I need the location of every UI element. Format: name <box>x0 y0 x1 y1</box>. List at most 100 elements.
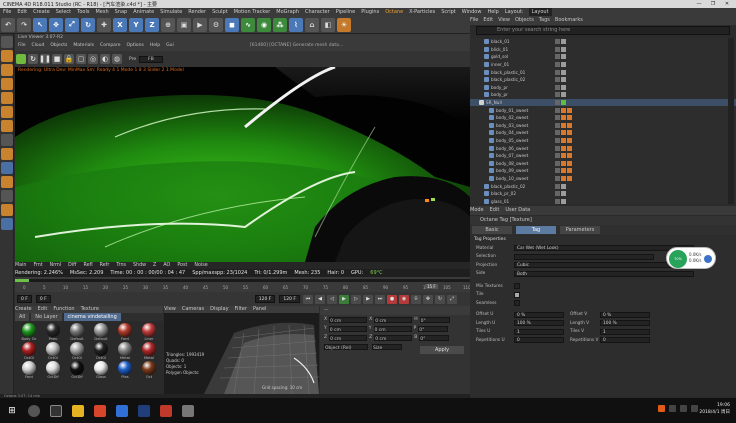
record-icon[interactable]: ● <box>387 294 397 304</box>
render-pass-item[interactable]: Nrml <box>50 262 61 269</box>
rotation-h-field[interactable]: 0° <box>419 316 450 324</box>
attribute-tab[interactable]: Tag <box>516 226 556 234</box>
material-swatch[interactable]: Fard <box>114 323 136 341</box>
axis-x-button[interactable]: X <box>113 17 127 32</box>
menu-item[interactable]: File <box>0 8 14 16</box>
material-tag-icon[interactable] <box>561 183 566 189</box>
next-frame-icon[interactable]: ▷ <box>351 294 361 304</box>
camera-icon[interactable]: ◧ <box>321 17 335 32</box>
menu-item[interactable]: Window <box>459 8 485 16</box>
material-swatch[interactable]: Metal <box>114 342 136 360</box>
viewer-menu-item[interactable]: Materials <box>73 43 94 48</box>
menu-item[interactable]: Character <box>302 8 333 16</box>
octane-tag-icon[interactable] <box>561 175 566 181</box>
rotation-b-field[interactable]: 0° <box>419 334 450 342</box>
coord-system-icon[interactable]: ⊕ <box>161 17 175 32</box>
render-picture-icon[interactable]: ▶ <box>193 17 207 32</box>
seamless-checkbox[interactable] <box>514 300 520 307</box>
apply-button[interactable]: Apply <box>420 346 464 354</box>
octane-tag-icon[interactable] <box>567 153 572 159</box>
visibility-dots-icon[interactable] <box>555 191 560 197</box>
menu-item[interactable]: MoGraph <box>273 8 302 16</box>
undo-button[interactable]: ↶ <box>1 17 15 32</box>
material-swatch[interactable]: Default <box>66 323 88 341</box>
render-pass-item[interactable]: Frnt <box>33 262 42 269</box>
viewer-menu-item[interactable]: Compare <box>100 43 120 48</box>
material-menu-item[interactable]: Function <box>53 306 74 313</box>
cube-icon[interactable]: ◼ <box>225 17 239 32</box>
material-tag-icon[interactable] <box>561 54 566 60</box>
object-row[interactable]: black_plastic_02 <box>470 182 736 190</box>
render-pass-item[interactable]: Refl <box>84 262 93 269</box>
deformer-icon[interactable]: ⌇ <box>289 17 303 32</box>
visibility-dots-icon[interactable] <box>555 62 560 68</box>
material-tag-icon[interactable] <box>561 191 566 197</box>
notification-icon[interactable] <box>691 405 698 412</box>
render-pass-item[interactable]: Noise <box>194 262 207 269</box>
cortana-search-icon[interactable] <box>28 404 40 417</box>
viewer-menu-item[interactable]: Cloud <box>32 43 45 48</box>
menu-item[interactable]: Help <box>484 8 501 16</box>
keyframe-selection-icon[interactable]: ⌾ <box>411 294 421 304</box>
scene-icon[interactable]: ⌂ <box>305 17 319 32</box>
visibility-dots-icon[interactable] <box>555 145 560 151</box>
start-windows-icon[interactable]: ⊞ <box>6 405 18 417</box>
redo-icon[interactable]: ↷ <box>17 17 31 32</box>
render-pass-item[interactable]: Refr <box>100 262 110 269</box>
visibility-dots-icon[interactable] <box>555 84 560 90</box>
polygons-mode-icon[interactable] <box>1 120 13 132</box>
light-icon[interactable]: ☀ <box>337 17 351 32</box>
make-editable-icon[interactable] <box>1 36 13 48</box>
browser-icon[interactable] <box>94 404 106 417</box>
material-tag-icon[interactable] <box>561 46 566 52</box>
pick-focus-icon[interactable]: ◎ <box>88 54 98 64</box>
network-icon[interactable] <box>669 405 676 412</box>
material-swatch[interactable]: Plas <box>114 361 136 379</box>
visibility-dots-icon[interactable] <box>555 122 560 128</box>
object-row[interactable]: blick_01 <box>470 46 736 54</box>
layout-select[interactable]: Layout <box>528 8 552 16</box>
key-scale-icon[interactable]: ⤢ <box>447 294 457 304</box>
visibility-dots-icon[interactable] <box>555 168 560 174</box>
scale-icon[interactable]: ⤢ <box>65 17 79 32</box>
size-x-field[interactable]: 0 cm <box>374 316 413 324</box>
snap-icon[interactable] <box>1 162 13 174</box>
coord-mode-select[interactable]: Object (Rel) <box>324 343 368 351</box>
lock-workplane-icon[interactable] <box>1 190 13 202</box>
object-row[interactable]: glass_01 <box>470 197 736 205</box>
octane-tag-icon[interactable] <box>561 115 566 121</box>
object-menu-item[interactable]: View <box>498 16 510 25</box>
play-icon[interactable]: ▶ <box>339 294 349 304</box>
object-row[interactable]: SR_Null <box>470 98 736 107</box>
rotation-p-field[interactable]: 0° <box>418 325 449 333</box>
menu-item[interactable]: Pipeline <box>333 8 359 16</box>
attribute-menu-item[interactable]: User Data <box>505 206 530 215</box>
workplane-icon[interactable] <box>1 78 13 90</box>
render-pass-item[interactable]: Z <box>153 262 156 269</box>
material-swatch[interactable]: OctGl <box>66 342 88 360</box>
position-x-field[interactable]: 0 cm <box>329 316 368 324</box>
object-menu-item[interactable]: File <box>470 16 478 25</box>
menu-item[interactable]: Render <box>185 8 209 16</box>
visibility-dots-icon[interactable] <box>555 153 560 159</box>
object-search-input[interactable]: Enter your search string here <box>476 26 730 35</box>
visibility-dots-icon[interactable] <box>555 175 560 181</box>
octane-tag-icon[interactable] <box>567 175 572 181</box>
attribute-tab[interactable]: Basic <box>472 226 512 234</box>
key-position-icon[interactable]: ✥ <box>423 294 433 304</box>
material-tag-icon[interactable] <box>561 69 566 75</box>
axis-z-button[interactable]: Z <box>145 17 159 32</box>
render-pass-item[interactable]: Shdw <box>133 262 146 269</box>
size-y-field[interactable]: 0 cm <box>373 325 412 333</box>
menu-item[interactable]: Octane <box>382 8 406 16</box>
menu-item[interactable]: Select <box>53 8 74 16</box>
rep-v-field[interactable]: 0 <box>600 337 650 344</box>
send-scene-icon[interactable] <box>16 54 26 64</box>
octane-tag-icon[interactable] <box>561 160 566 166</box>
octane-tag-icon[interactable] <box>561 138 566 144</box>
max-frame-field[interactable]: 120 F <box>279 295 300 303</box>
visibility-dots-icon[interactable] <box>555 183 560 189</box>
material-tag-icon[interactable] <box>561 84 566 90</box>
attribute-menu-item[interactable]: Mode <box>470 206 484 215</box>
object-row[interactable]: inner_01 <box>470 61 736 69</box>
